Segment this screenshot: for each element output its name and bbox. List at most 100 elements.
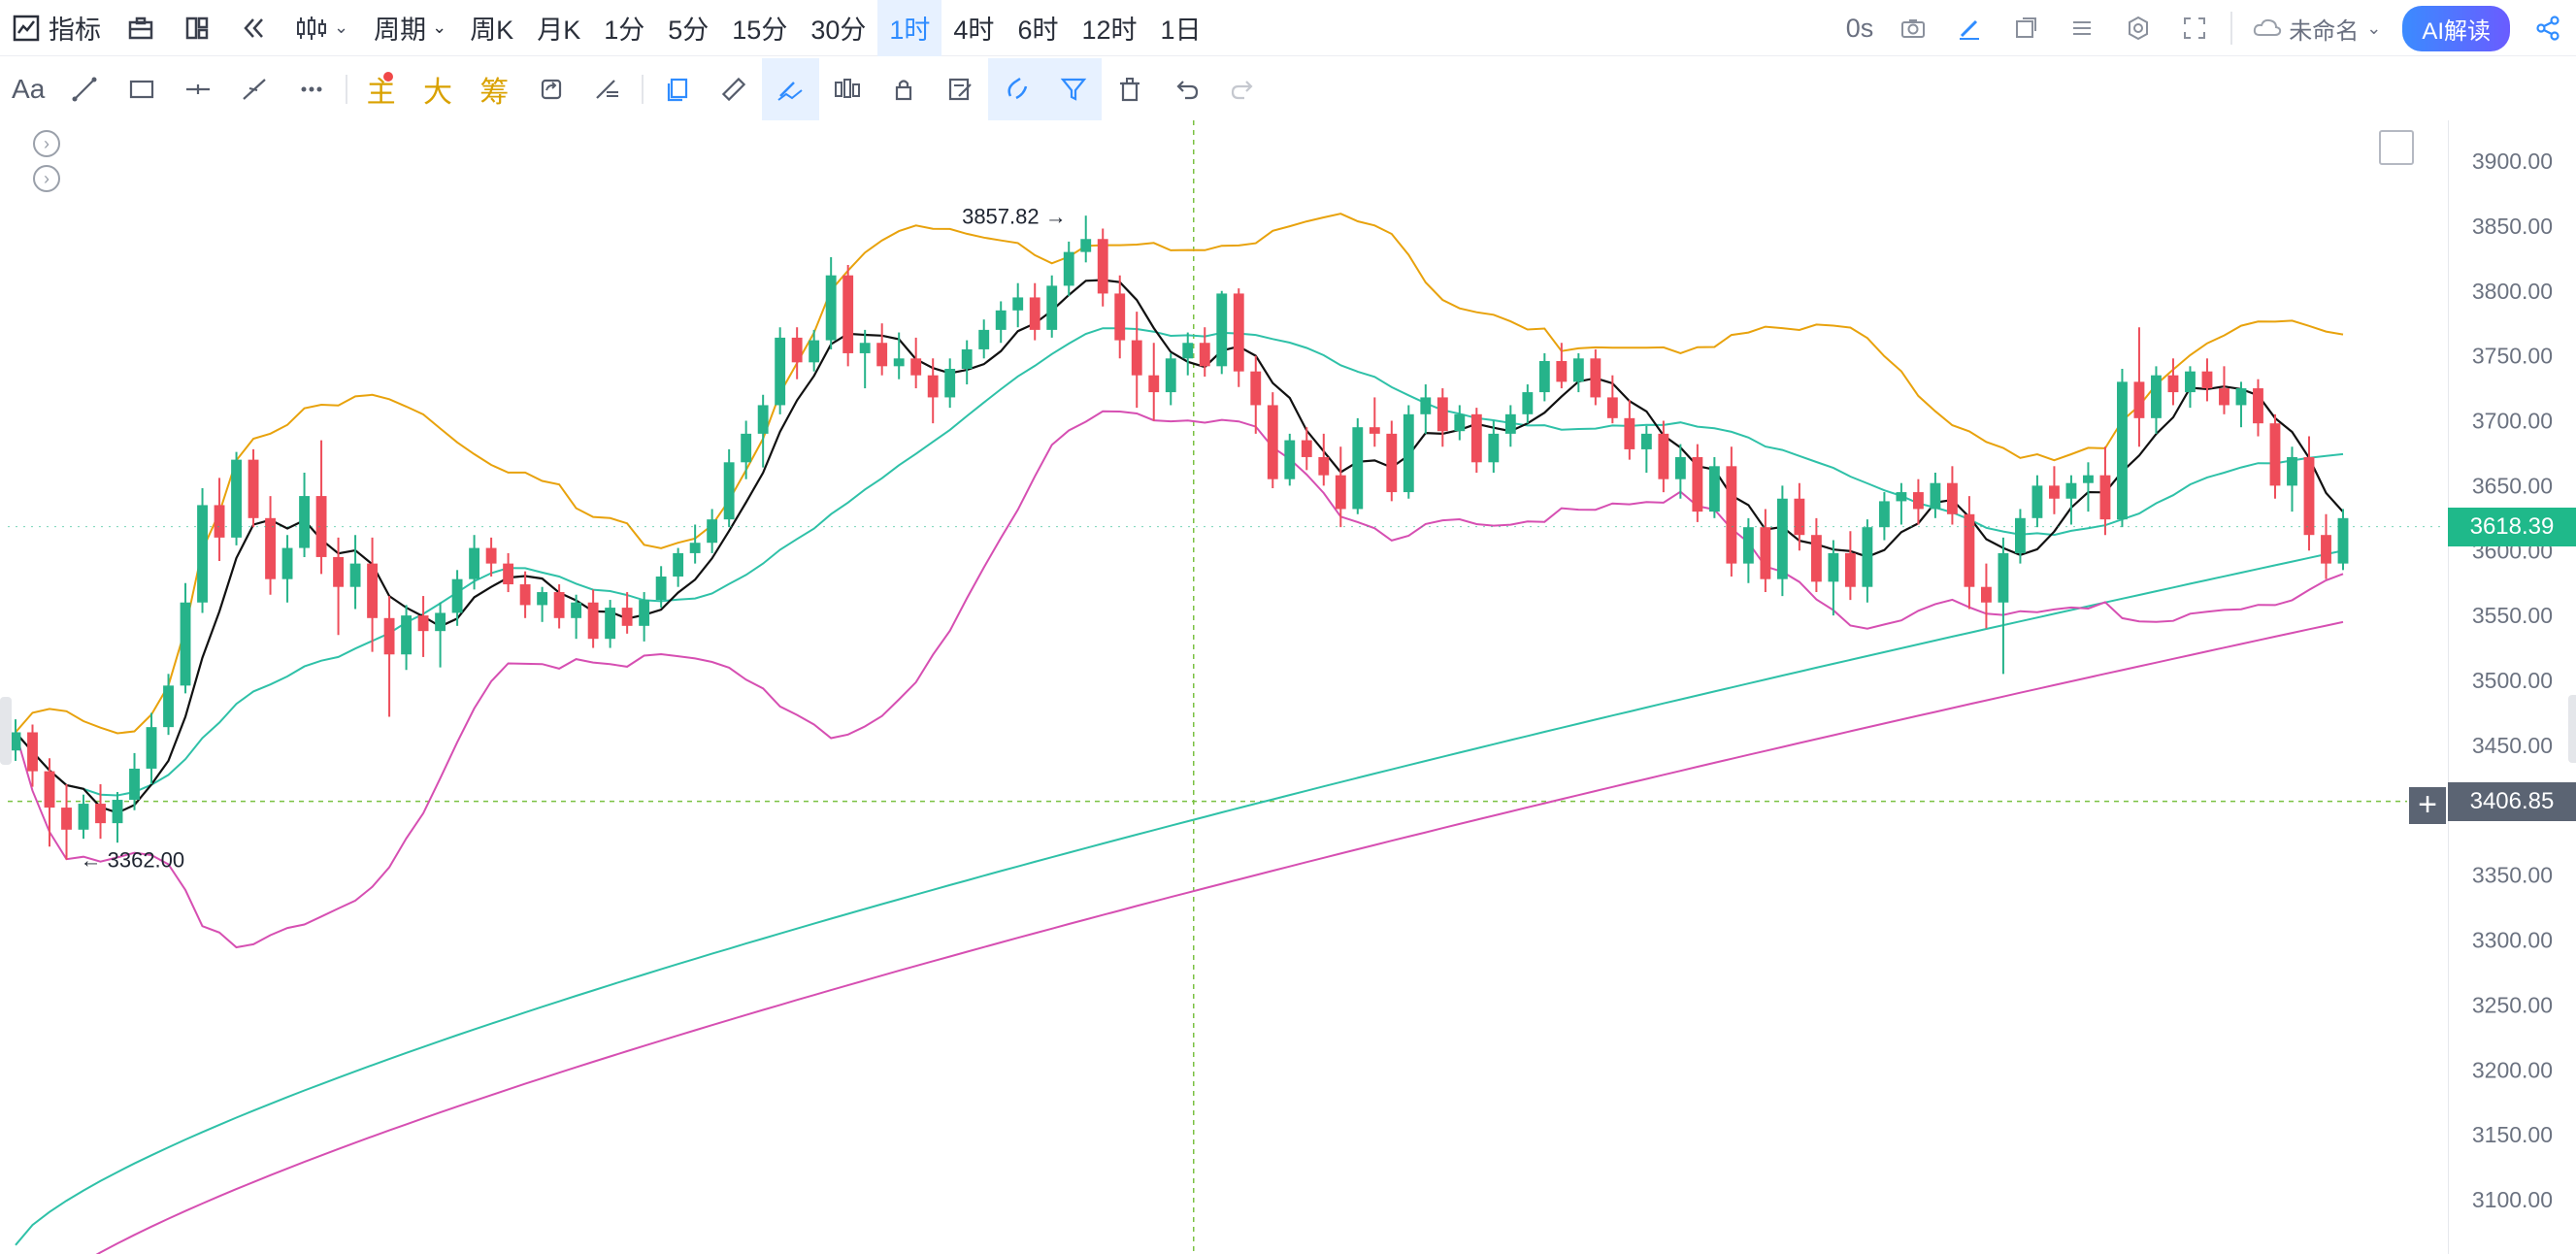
y-tick-label: 3200.00 [2472,1057,2553,1082]
camera-icon[interactable] [1885,0,1941,56]
candle-body [1726,466,1737,564]
period-1h[interactable]: 1时 [877,0,942,56]
candle-body [180,602,191,686]
candle-body [383,617,395,655]
copy-icon[interactable] [649,58,706,120]
candle-body [1182,343,1194,359]
left-panel-handle[interactable] [0,697,12,765]
period-1m[interactable]: 1分 [592,0,656,56]
candle-body [605,608,616,640]
candle-body [1080,239,1092,252]
candle-body [1556,360,1568,382]
pencil-icon[interactable] [1941,0,1998,56]
candle-body [961,348,973,369]
undo-icon[interactable] [1158,58,1214,120]
trend-line-icon[interactable] [56,58,113,120]
candle-body [401,615,413,655]
rewind-icon[interactable] [225,0,281,56]
share-icon[interactable] [2520,0,2576,56]
big-order-toggle[interactable]: 大 [410,58,466,120]
more-tools-icon[interactable] [282,58,339,120]
candle-body [112,800,123,824]
y-tick-label: 3300.00 [2472,928,2553,953]
candle-body [1776,498,1788,579]
period-weekly[interactable]: 周K [458,0,525,56]
fullscreen-icon[interactable] [2166,0,2223,56]
period-5m[interactable]: 5分 [656,0,720,56]
candle-body [1844,552,1856,587]
lock-icon[interactable] [875,58,932,120]
period-12h[interactable]: 12时 [1070,0,1148,56]
horizontal-line-icon[interactable] [170,58,226,120]
candle-body [689,543,701,553]
period-15m[interactable]: 15分 [720,0,799,56]
trash-icon[interactable] [1102,58,1158,120]
toolbar-divider [641,75,644,104]
period-dropdown[interactable]: 周期 ⌄ [362,0,458,56]
chip-distribution-toggle[interactable]: 筹 [466,58,522,120]
window-icon[interactable] [1998,0,2054,56]
ruler-icon[interactable] [706,58,762,120]
period-monthly[interactable]: 月K [525,0,592,56]
layout-grid-icon[interactable] [169,0,225,56]
settings-icon[interactable] [2110,0,2166,56]
candle-body [2303,456,2315,536]
main-chart-toggle[interactable]: 主 [353,58,410,120]
expand-arrow-icon[interactable]: › [33,165,60,192]
filter-icon[interactable] [1044,58,1103,120]
redo-icon[interactable] [1215,58,1271,120]
period-1d[interactable]: 1日 [1149,0,1213,56]
top-toolbar-right: 0s 未命名 ⌄ AI解读 [1834,0,2576,56]
crosshair-add-button[interactable]: + [2409,787,2446,824]
candlestick-chart[interactable]: 3900.00 3850.00 3800.00 3750.00 3700.00 3650.… [0,120,2576,1254]
candle-body [1964,513,1975,587]
candle-body [2219,388,2229,406]
y-tick-label: 3500.00 [2472,668,2553,693]
layout-name: 未命名 [2289,17,2360,45]
candle-body [27,732,38,772]
candle-body [1199,343,1210,367]
candle-body [2235,388,2247,406]
boll-lower-line [15,410,2344,949]
chart-type-dropdown[interactable]: ⌄ [281,0,362,56]
ai-interpret-button[interactable]: AI解读 [2402,5,2510,51]
y-tick-label: 3350.00 [2472,863,2553,888]
period-6h[interactable]: 6时 [1006,0,1070,56]
collapse-corner-icon[interactable] [2379,130,2414,165]
magnet-icon[interactable] [988,58,1045,120]
y-tick-label: 3550.00 [2472,603,2553,628]
period-4h[interactable]: 4时 [941,0,1006,56]
period-30m[interactable]: 30分 [799,0,877,56]
edit-note-icon[interactable] [932,58,988,120]
candle-body [417,615,429,632]
candle-compare-icon[interactable] [819,58,875,120]
candle-body [944,369,956,398]
layout-name-dropdown[interactable]: 未命名 ⌄ [2240,0,2393,56]
boll-upper-line [15,213,2344,735]
candle-body [44,771,55,808]
candle-body [1403,413,1414,493]
candle-body [1012,297,1024,311]
measure-icon[interactable] [579,58,636,120]
indicator-button[interactable]: 指标 [0,0,113,56]
candle-body [1369,427,1380,434]
list-icon[interactable] [2054,0,2110,56]
candle-body [741,433,752,463]
long-ma-line-magenta [95,620,2344,1254]
draw-pen-icon[interactable] [762,58,819,120]
candle-body [1624,417,1635,449]
ray-line-icon[interactable] [226,58,282,120]
candle-body [1386,433,1398,493]
candle-body [2269,423,2281,486]
rotate-icon[interactable] [522,58,578,120]
right-panel-handle[interactable] [2568,695,2576,763]
candle-body [1470,413,1482,463]
rectangle-icon[interactable] [114,58,170,120]
expand-arrow-icon[interactable]: › [33,130,60,157]
briefcase-icon[interactable] [113,0,169,56]
candle-body [1420,397,1432,414]
candle-body [1335,475,1346,510]
text-tool[interactable]: Aa [0,58,56,120]
candle-body [1250,371,1262,406]
candle-body [2099,475,2111,520]
